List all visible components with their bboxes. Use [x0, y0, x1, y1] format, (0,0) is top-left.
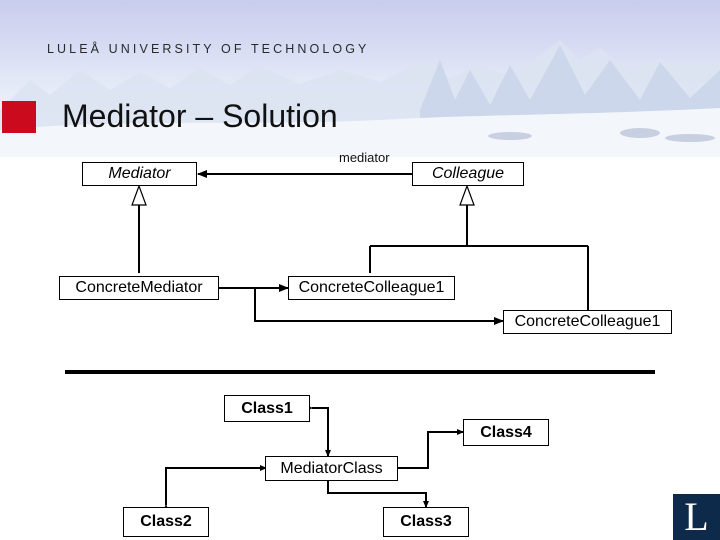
- class-concrete-colleague-2: ConcreteColleague1: [503, 310, 672, 334]
- class-concrete-colleague-1-label: ConcreteColleague1: [298, 279, 445, 296]
- class-concrete-mediator: ConcreteMediator: [59, 276, 219, 300]
- class-mediator-label: Mediator: [108, 165, 171, 182]
- class-concrete-colleague-1: ConcreteColleague1: [288, 276, 455, 300]
- class-concrete-colleague-2-label: ConcreteColleague1: [514, 313, 661, 330]
- class-class2: Class2: [123, 507, 209, 537]
- class-class4-label: Class4: [480, 423, 532, 441]
- class-mediatorclass-label: MediatorClass: [280, 459, 383, 477]
- class-class3: Class3: [383, 507, 469, 537]
- link-mediatorclass-class3: [325, 475, 429, 508]
- class-colleague: Colleague: [412, 162, 524, 186]
- link-class1-mediatorclass: [306, 405, 331, 457]
- generalization-triangle-colleague: [459, 184, 475, 206]
- link-mediatorclass-class4: [392, 429, 464, 471]
- class-class1: Class1: [224, 395, 310, 422]
- link-class2-mediatorclass: [163, 465, 267, 511]
- class-colleague-label: Colleague: [431, 165, 505, 182]
- class-class4: Class4: [463, 419, 549, 446]
- class-mediatorclass: MediatorClass: [265, 456, 398, 481]
- university-logo: L: [673, 494, 720, 540]
- class-mediator: Mediator: [82, 162, 197, 186]
- generalization-triangle-mediator: [131, 184, 147, 206]
- class-class1-label: Class1: [241, 399, 293, 417]
- association-label: mediator: [339, 150, 390, 165]
- class-concrete-mediator-label: ConcreteMediator: [75, 279, 203, 296]
- class-class2-label: Class2: [140, 513, 192, 530]
- class-class3-label: Class3: [400, 513, 452, 530]
